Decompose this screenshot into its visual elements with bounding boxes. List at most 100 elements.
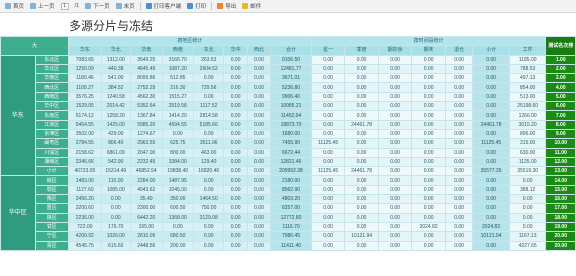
table-row[interactable]: 华中区 1529.05 2014.42 5352.64 2519.58 1117.52 0.… [1,101,576,112]
header-row-groups: 大 按地区统计 按时间段统计 测试名次排 [0,35,576,56]
table-row[interactable]: 闽粤区 2784.55 866.40 2963.55 625.75 3511.96 0.00… [1,138,576,149]
data-cell: 0.00 [310,82,346,93]
toolbar-item-5[interactable]: 末页 [113,1,138,12]
data-cell: 9906.40 [270,91,312,103]
column-header[interactable]: 星一 [310,45,346,56]
column-header[interactable]: 季度 [344,45,379,56]
data-cell: 0.00 [444,231,474,242]
data-cell: 0.00 [472,147,510,158]
data-cell: 0.00 [444,138,474,149]
data-cell: 0.00 [223,221,248,233]
table-row[interactable]: 晋区 3200.60 0.00 2300.00 600.50 750.00 0.00 0.00… [1,203,576,214]
toolbar-item-6[interactable]: 打印客户端 [143,1,185,12]
table-row[interactable]: 鄂区 1127.60 1085.00 4043.62 1045.00 0.00 0.00 0.… [1,184,576,196]
column-header[interactable]: 华北 [100,45,132,56]
data-cell: 0.00 [377,138,413,149]
rank-header[interactable]: 测试名次排 [545,36,576,56]
table-row[interactable]: 青区 4545.75 615.60 2448.56 200.00 0.00 0.00 0.00… [1,240,576,251]
data-cell: 7083.65 [68,54,102,65]
table-row[interactable]: 甘区 722.00 176.70 155.00 0.00 0.00 0.00 0.00 1116… [1,221,576,233]
data-cell: 0.00 [192,91,225,103]
subregion-cell: 京津区 [34,128,70,140]
data-cell: 0.00 [444,212,474,223]
toolbar-item-4[interactable]: 下一页 [82,1,113,12]
table-row[interactable]: 华北区 1250.09 440.38 4645.49 1087.20 2604.52 0.0… [1,63,576,75]
column-header[interactable]: 西南 [161,45,194,56]
report-body: 华东 东北区 7083.65 1312.00 3549.25 3166.70 263.63 0… [0,54,576,251]
table-row[interactable]: 西南区 3576.25 1240.58 4562.30 1515.27 0.00 0.00 0… [1,91,576,103]
toolbar-item-3[interactable]: /1 [72,1,83,12]
column-header[interactable]: 期初余 [377,45,413,56]
data-cell: 12772.80 [270,212,312,223]
data-cell: 0.00 [508,221,547,233]
data-cell: 0.00 [246,212,272,223]
table-row[interactable]: 豫区 2456.20 0.00 35.40 350.00 1464.50 0.00 0.00 4… [1,194,576,205]
data-cell: 0.00 [344,147,379,158]
rank-cell: 12.00 [545,156,576,168]
data-cell: 0.00 [444,166,474,177]
rank-cell: 19.00 [545,221,576,233]
column-header[interactable]: 西北 [246,45,272,56]
data-cell: 429.00 [100,128,132,140]
data-cell: 6257.00 [270,203,312,214]
table-row[interactable]: 西北区 1109.27 384.52 2752.29 216.30 729.56 0.00 0… [1,82,576,93]
data-cell: 1425.00 [100,119,132,130]
data-cell: 1250.09 [68,63,102,75]
data-cell: 0.00 [310,231,346,242]
data-cell: 615.60 [100,240,132,251]
column-header[interactable]: 工件 [508,45,547,56]
data-cell: 4803.20 [270,194,312,205]
toolbar-item-label: 打印 [195,4,207,10]
rank-cell: 8.00 [545,119,576,130]
data-cell: 4545.75 [68,240,102,251]
data-cell: 3549.25 [130,54,163,65]
data-cell: 0.00 [472,203,510,214]
column-header[interactable]: 小计 [472,45,510,56]
table-row[interactable]: 华中区 皖区 1483.00 110.00 2284.00 1487.95 0.00 0.00… [0,175,576,251]
data-cell: 35519.30 [508,166,547,177]
toolbar-item-1[interactable]: 上一页 [27,1,58,12]
toolbar-item-0[interactable]: 首页 [2,1,27,12]
table-row[interactable]: 小计 40723.05 15314.49 46852.54 19838.40 16820.… [1,166,576,177]
subregion-cell: 东北区 [34,54,70,65]
table-row[interactable]: 京津区 3502.00 429.00 1274.67 0.00 0.00 0.00 0.00 1… [1,128,576,140]
column-header[interactable]: 退仓 [444,45,474,56]
data-cell: 0.00 [246,240,272,251]
data-cell: 463.00 [192,147,225,158]
table-row[interactable]: 川渝区 2158.62 6861.09 2047.00 800.00 463.00 0.00… [1,147,576,158]
data-cell: 750.00 [192,203,225,214]
data-cell: 155.00 [130,221,163,233]
rank-cell: 17.00 [545,203,576,214]
toolbar-item-8[interactable]: 导出 [214,1,239,12]
table-row[interactable]: 江浙区 5464.55 1425.00 5985.20 4594.55 5185.66 0.… [1,119,576,130]
data-cell: 2232.45 [130,156,163,168]
toolbar-item-2[interactable]: 1 [58,1,72,12]
data-cell: 0.00 [472,156,510,168]
column-header[interactable]: 华南 [130,45,163,56]
data-cell: 350.00 [161,194,194,205]
data-cell: 0.00 [444,128,474,140]
data-cell: 0.00 [344,194,379,205]
table-row[interactable]: 华东 东北区 7083.65 1312.00 3549.25 3166.70 263.63 0… [0,54,576,177]
toolbar-item-9[interactable]: 邮件 [239,1,264,12]
data-cell: 0.00 [223,82,248,93]
subregion-cell: 东南区 [34,110,70,121]
column-header[interactable]: 合计 [270,45,312,56]
data-cell: 0.00 [444,175,474,186]
data-cell: 0.00 [377,110,413,121]
table-row[interactable]: 宁区 4200.92 1026.00 2810.05 680.50 0.00 0.00 0.0… [1,231,576,242]
column-header[interactable]: 华东 [68,45,102,56]
table-row[interactable]: 陕区 2236.00 0.00 6442.20 1368.00 3129.08 0.00 0.… [1,212,576,223]
data-cell: 0.00 [223,166,248,177]
data-cell: 10121.94 [472,231,510,242]
rank-cell: 3.00 [545,73,576,84]
toolbar-item-7[interactable]: 打印 [184,1,209,12]
column-header[interactable]: 华中 [223,45,248,56]
column-header[interactable]: 东北 [192,45,225,56]
table-row[interactable]: 华南区 1180.46 541.00 8099.86 512.85 0.00 0.00 0.0… [1,73,576,84]
table-row[interactable]: 湘赣区 2346.66 542.90 2232.45 3384.00 129.40 0.00… [1,156,576,168]
data-cell: 0.00 [344,63,379,75]
data-cell: 0.00 [192,184,225,196]
column-header[interactable]: 期末 [411,45,446,56]
table-row[interactable]: 东南区 5174.12 1258.20 1367.84 1414.20 2814.58 0.… [1,110,576,121]
